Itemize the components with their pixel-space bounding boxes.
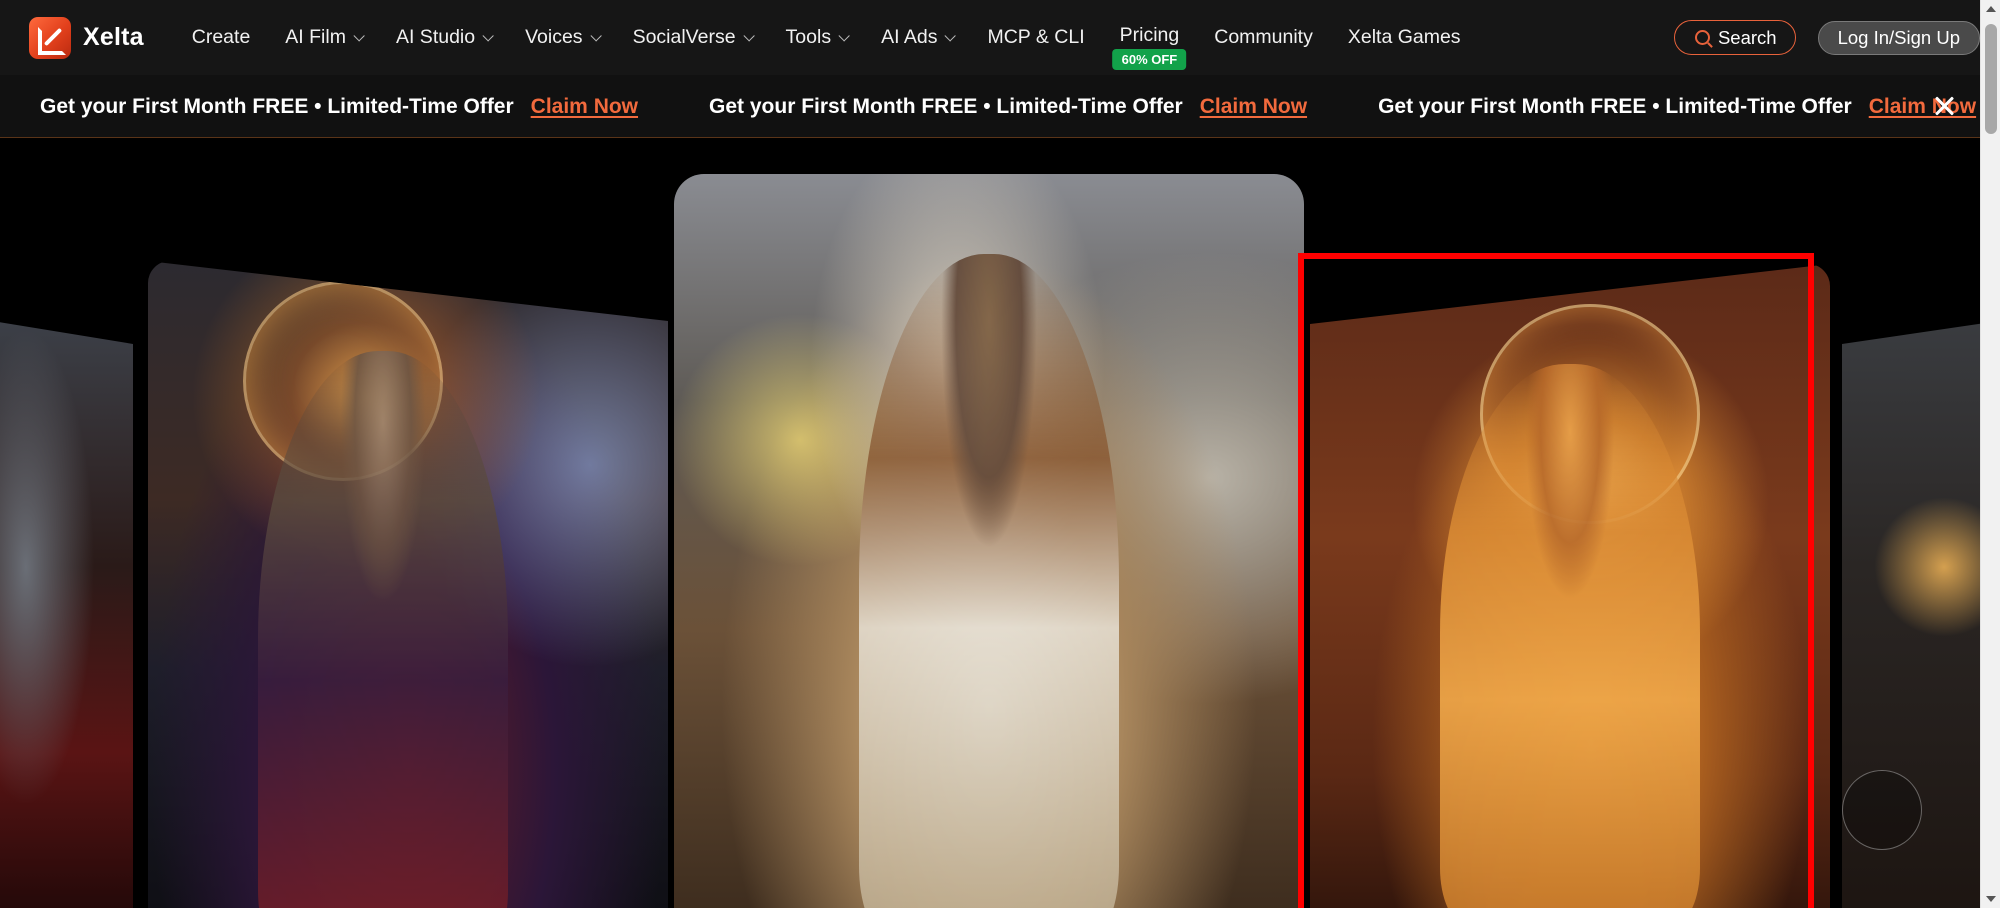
carousel-circle-button[interactable] bbox=[1842, 770, 1922, 850]
promo-text: Get your First Month FREE • Limited-Time… bbox=[709, 94, 1183, 118]
nav-item-ai-film[interactable]: AI Film bbox=[285, 0, 365, 75]
figure-silhouette bbox=[258, 351, 508, 908]
promo-segment: Get your First Month FREE • Limited-Time… bbox=[709, 95, 1307, 119]
login-signup-button[interactable]: Log In/Sign Up bbox=[1817, 20, 1980, 55]
figure-silhouette bbox=[1440, 364, 1700, 908]
scroll-thumb[interactable] bbox=[1985, 24, 1997, 134]
promo-segment: Get your First Month FREE • Limited-Time… bbox=[1378, 95, 1976, 119]
claim-now-link[interactable]: Claim Now bbox=[1869, 95, 1976, 119]
discount-badge: 60% OFF bbox=[1112, 49, 1187, 70]
chevron-down-icon bbox=[944, 29, 957, 42]
xelta-logo-icon bbox=[29, 16, 71, 59]
scroll-down-arrow-icon[interactable] bbox=[1986, 896, 1996, 902]
nav-item-label: Create bbox=[191, 26, 251, 48]
nav-item-label: SocialVerse bbox=[632, 26, 736, 48]
nav-item-xelta-games[interactable]: Xelta Games bbox=[1348, 0, 1461, 75]
nav-item-label: Pricing bbox=[1119, 24, 1180, 46]
nav-actions: Search Log In/Sign Up bbox=[1673, 0, 1980, 75]
search-icon bbox=[1694, 30, 1710, 45]
search-button-label: Search bbox=[1717, 26, 1777, 48]
nav-item-label: Community bbox=[1214, 26, 1313, 48]
scroll-up-arrow-icon[interactable] bbox=[1986, 6, 1996, 12]
claim-now-link[interactable]: Claim Now bbox=[1200, 95, 1307, 119]
carousel-card-odin[interactable] bbox=[148, 261, 668, 908]
claim-now-link[interactable]: Claim Now bbox=[531, 95, 638, 119]
nav-item-tools[interactable]: Tools bbox=[785, 0, 850, 75]
promo-segment: Get your First Month FREE • Limited-Time… bbox=[40, 95, 638, 119]
search-button[interactable]: Search bbox=[1673, 20, 1796, 55]
nav-item-pricing[interactable]: Pricing 60% OFF bbox=[1112, 0, 1187, 75]
nav-item-voices[interactable]: Voices bbox=[525, 0, 602, 75]
nav-item-ai-studio[interactable]: AI Studio bbox=[395, 0, 494, 75]
promo-text: Get your First Month FREE • Limited-Time… bbox=[40, 94, 514, 118]
nav-item-label: AI Ads bbox=[881, 26, 938, 48]
nav-item-mcp-cli[interactable]: MCP & CLI bbox=[987, 0, 1084, 75]
carousel-card-buddha[interactable] bbox=[1310, 264, 1830, 908]
chevron-down-icon bbox=[838, 29, 850, 42]
main-nav: Create AI Film AI Studio Voices SocialVe… bbox=[192, 0, 1496, 75]
nav-item-label: AI Film bbox=[285, 26, 346, 48]
promo-banner: Get your First Month FREE • Limited-Time… bbox=[0, 75, 1980, 138]
nav-item-label: Voices bbox=[525, 26, 583, 48]
page-scrollbar[interactable] bbox=[1980, 0, 2000, 908]
chevron-down-icon bbox=[353, 29, 365, 42]
hero-carousel bbox=[0, 139, 1980, 908]
promo-marquee: Get your First Month FREE • Limited-Time… bbox=[40, 75, 1980, 137]
chevron-down-icon bbox=[482, 29, 494, 42]
brand-name: Xelta bbox=[83, 23, 144, 51]
carousel-card-far-left[interactable] bbox=[0, 319, 133, 908]
page: Xelta Create AI Film AI Studio Voices So… bbox=[0, 0, 2000, 908]
nav-item-create[interactable]: Create bbox=[192, 0, 251, 75]
nav-item-label: AI Studio bbox=[395, 26, 476, 48]
promo-text: Get your First Month FREE • Limited-Time… bbox=[1378, 94, 1852, 118]
nav-item-label: Tools bbox=[785, 26, 832, 48]
figure-silhouette bbox=[859, 254, 1119, 908]
top-navbar: Xelta Create AI Film AI Studio Voices So… bbox=[0, 0, 1980, 75]
close-icon[interactable] bbox=[1932, 94, 1956, 118]
nav-item-label: MCP & CLI bbox=[987, 26, 1085, 48]
nav-item-label: Xelta Games bbox=[1347, 26, 1461, 48]
chevron-down-icon bbox=[743, 29, 755, 42]
chevron-down-icon bbox=[590, 29, 602, 42]
carousel-card-zeus[interactable] bbox=[674, 174, 1304, 908]
nav-item-socialverse[interactable]: SocialVerse bbox=[632, 0, 755, 75]
nav-item-ai-ads[interactable]: AI Ads bbox=[881, 0, 957, 75]
brand-logo[interactable]: Xelta bbox=[29, 16, 144, 60]
nav-item-community[interactable]: Community bbox=[1214, 0, 1313, 75]
